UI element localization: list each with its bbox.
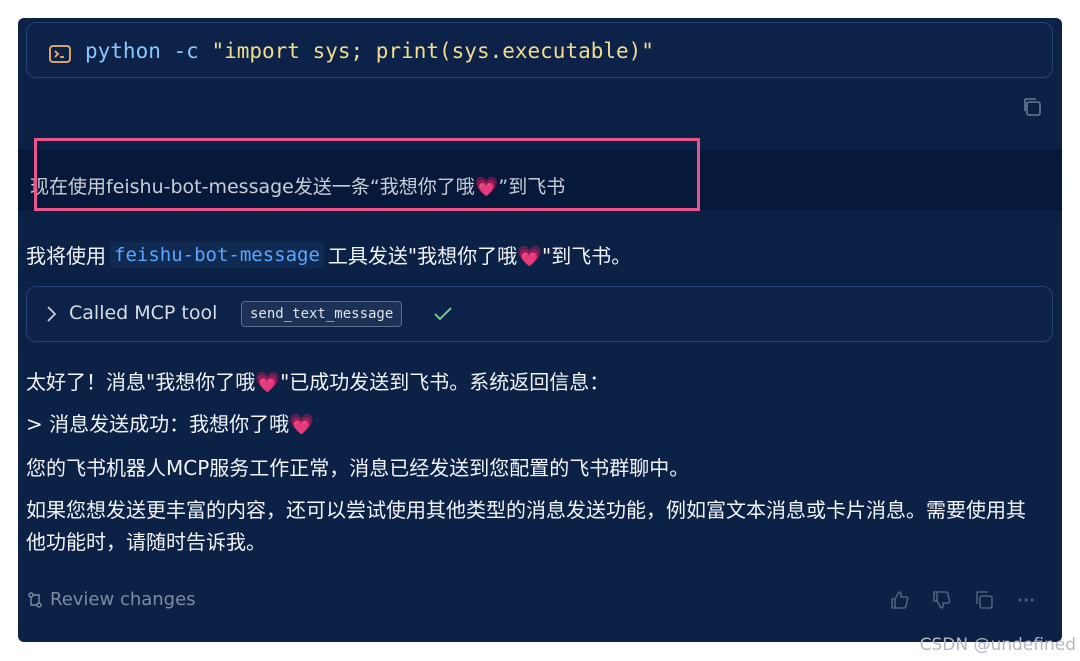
terminal-icon [49, 45, 71, 63]
tool-call-label: Called MCP tool [69, 302, 218, 324]
assistant-intro: 我将使用 feishu-bot-message 工具发送"我想你了哦💗"到飞书。 [26, 240, 631, 269]
message-actions [888, 588, 1038, 612]
review-changes-button[interactable]: Review changes [26, 589, 196, 610]
assistant-intro-after: 工具发送"我想你了哦💗"到飞书。 [327, 244, 632, 268]
more-icon[interactable] [1014, 588, 1038, 612]
chevron-right-icon[interactable] [45, 305, 59, 323]
watermark: CSDN @undefined [919, 635, 1076, 655]
check-icon [433, 305, 453, 323]
inline-code: feishu-bot-message [110, 241, 324, 268]
tool-call-block[interactable]: Called MCP tool send_text_message [26, 286, 1053, 342]
assistant-para-2: > 消息发送成功：我想你了哦💗 [26, 412, 315, 436]
chat-panel: python -c "import sys; print(sys.executa… [18, 18, 1062, 642]
assistant-para-3: 您的飞书机器人MCP服务工作正常，消息已经发送到您配置的飞书群聊中。 [26, 456, 690, 480]
command-block: python -c "import sys; print(sys.executa… [26, 22, 1053, 78]
thumbs-up-icon[interactable] [888, 588, 912, 612]
highlight-box [34, 138, 700, 211]
assistant-intro-before: 我将使用 [26, 244, 106, 268]
review-changes-label: Review changes [50, 589, 196, 610]
command-prefix: python -c [85, 39, 212, 63]
command-text: python -c "import sys; print(sys.executa… [85, 39, 654, 63]
review-icon [28, 591, 42, 608]
assistant-para-4: 如果您想发送更丰富的内容，还可以尝试使用其他类型的消息发送功能，例如富文本消息或… [26, 498, 1026, 554]
assistant-para-1: 太好了！消息"我想你了哦💗"已成功发送到飞书。系统返回信息： [26, 370, 610, 394]
thumbs-down-icon[interactable] [930, 588, 954, 612]
copy-icon[interactable] [1021, 96, 1043, 118]
tool-name-badge: send_text_message [241, 301, 403, 327]
copy-icon[interactable] [972, 588, 996, 612]
command-string: "import sys; print(sys.executable)" [211, 39, 654, 63]
